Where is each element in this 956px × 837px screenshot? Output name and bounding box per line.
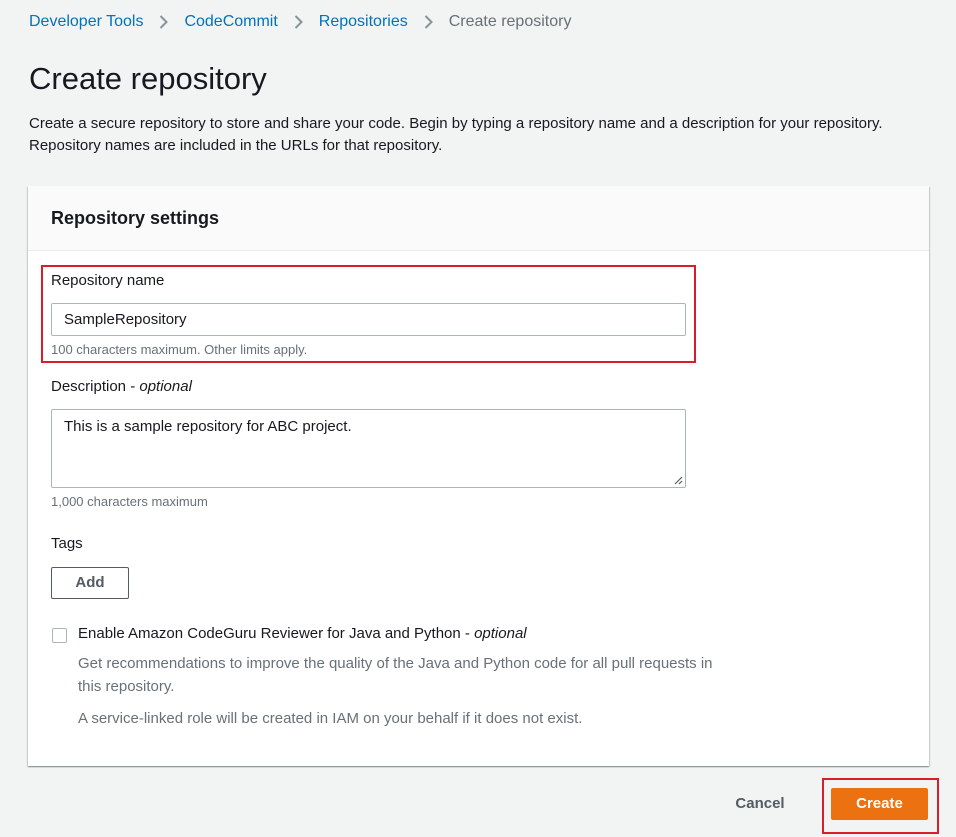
description-label-text: Description	[51, 378, 127, 395]
description-field: Description - optional This is a sample …	[51, 377, 691, 509]
description-label: Description - optional	[51, 378, 192, 395]
codeguru-label-text: Enable Amazon CodeGuru Reviewer for Java…	[78, 625, 461, 642]
tags-label: Tags	[51, 535, 83, 552]
description-hint: 1,000 characters maximum	[51, 494, 208, 509]
breadcrumb-codecommit[interactable]: CodeCommit	[184, 11, 277, 33]
codeguru-label[interactable]: Enable Amazon CodeGuru Reviewer for Java…	[78, 624, 527, 644]
create-button[interactable]: Create	[831, 788, 928, 820]
description-textarea[interactable]: This is a sample repository for ABC proj…	[51, 409, 686, 488]
breadcrumb-developer-tools[interactable]: Developer Tools	[29, 11, 143, 33]
panel-header: Repository settings	[28, 186, 929, 251]
chevron-right-icon	[294, 15, 303, 29]
description-optional: optional	[139, 378, 192, 395]
breadcrumb-repositories[interactable]: Repositories	[319, 11, 408, 33]
breadcrumb: Developer Tools CodeCommit Repositories …	[29, 11, 571, 33]
description-value: This is a sample repository for ABC proj…	[64, 418, 352, 435]
add-tag-button[interactable]: Add	[51, 567, 129, 599]
codeguru-checkbox[interactable]	[52, 628, 67, 643]
resize-grip-icon[interactable]	[673, 475, 683, 485]
chevron-right-icon	[424, 15, 433, 29]
name-field-highlight	[41, 265, 696, 363]
page-description: Create a secure repository to store and …	[29, 115, 883, 154]
page-title: Create repository	[29, 61, 267, 96]
codeguru-optional: optional	[474, 625, 527, 642]
cancel-button[interactable]: Cancel	[721, 790, 799, 818]
breadcrumb-current: Create repository	[448, 13, 572, 30]
tags-field: Tags Add	[51, 534, 251, 604]
codeguru-note: A service-linked role will be created in…	[78, 710, 583, 727]
chevron-right-icon	[159, 15, 169, 29]
codeguru-description: Get recommendations to improve the quali…	[78, 655, 713, 695]
panel-title: Repository settings	[51, 208, 220, 228]
